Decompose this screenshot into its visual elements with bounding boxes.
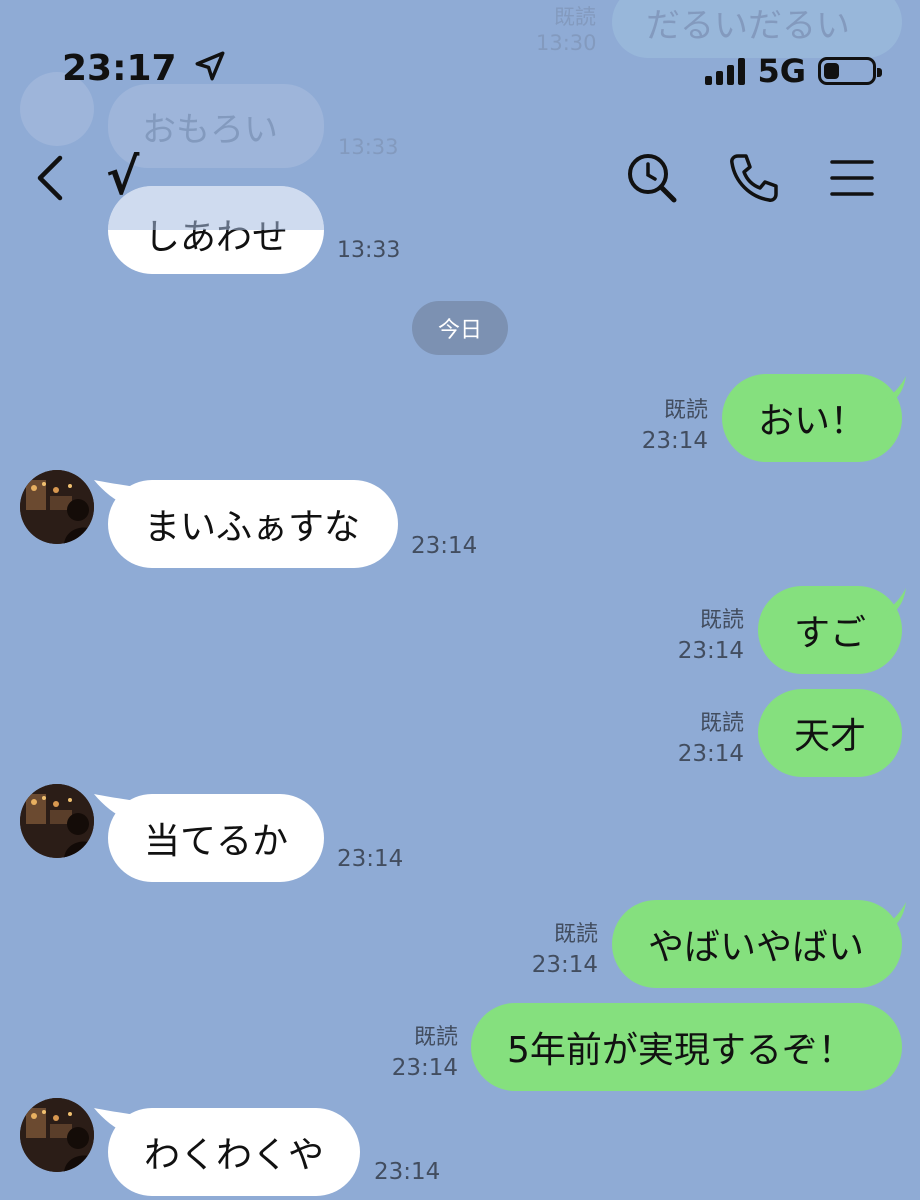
message-bubble-received[interactable]: わくわくや [108,1108,360,1196]
read-receipt: 既読 [663,398,708,423]
message-bubble-sent[interactable]: 天才 [758,689,902,777]
date-separator: 今日 [412,301,508,355]
network-type: 5G [757,52,806,90]
message-text: やばいやばい [648,927,865,968]
message-time: 23:14 [531,952,598,978]
status-time: 23:17 [62,48,227,89]
message-text: 当てるか [144,821,289,862]
read-receipt: 既読 [699,608,744,633]
message-text: 天才 [794,716,867,757]
message-text: 5年前が実現するぞ！ [507,1030,854,1071]
message-text: おい！ [758,401,867,442]
read-receipt: 既読 [553,922,598,947]
read-receipt: 既読 [699,711,744,736]
message-meta: 既読 23:14 [380,1023,458,1083]
message-time: 23:14 [337,846,404,872]
signal-icon [705,57,746,85]
bubble-tail [876,588,906,618]
ghost-bubble-sent: だるいだるい [612,0,902,58]
message-time: 23:14 [411,533,478,559]
message-bubble-sent[interactable]: おい！ [722,374,902,462]
header-fade [108,186,324,230]
message-time: 23:14 [677,741,744,767]
ghost-bubble-recv: おもろい [108,84,324,168]
ghost-time: 13:33 [338,135,399,159]
search-icon[interactable] [624,150,680,206]
message-bubble-received[interactable]: 当てるか [108,794,324,882]
phone-icon[interactable] [726,150,782,206]
read-receipt: 既読 [413,1025,458,1050]
battery-icon [818,57,882,85]
location-arrow-icon [195,51,225,81]
message-text: まいふぁすな [144,507,361,548]
message-text: すご [794,613,867,654]
message-meta: 既読 23:14 [666,606,744,666]
status-indicators: 5G [705,52,882,90]
message-meta: 既読 23:14 [630,396,708,456]
message-meta: 既読 23:14 [520,920,598,980]
message-time: 23:14 [374,1159,441,1185]
message-time: 13:33 [337,238,401,263]
bubble-tail [876,902,906,932]
message-time: 23:14 [641,428,708,454]
message-time: 23:14 [677,638,744,664]
avatar[interactable] [20,784,94,858]
message-meta: 既読 23:14 [666,709,744,769]
avatar[interactable] [20,1098,94,1172]
back-chevron-icon[interactable] [30,150,70,206]
bubble-tail [876,376,906,406]
chat-title[interactable]: √ [106,148,139,206]
message-time: 23:14 [391,1055,458,1081]
message-bubble-sent[interactable]: 5年前が実現するぞ！ [471,1003,902,1091]
message-text: わくわくや [144,1135,325,1176]
menu-icon[interactable] [828,154,876,202]
message-bubble-sent[interactable]: やばいやばい [612,900,902,988]
message-bubble-received[interactable]: まいふぁすな [108,480,398,568]
avatar[interactable] [20,470,94,544]
ghost-read-label: 既読 [554,5,596,29]
ghost-time: 13:30 [536,31,597,55]
